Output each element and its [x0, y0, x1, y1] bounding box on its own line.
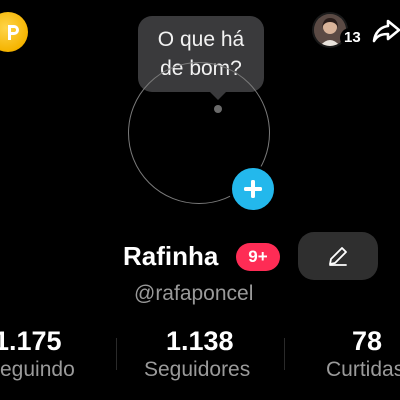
notification-badge[interactable]: 9+ — [236, 243, 280, 271]
share-icon[interactable] — [372, 18, 400, 49]
profile-name: Rafinha — [123, 241, 219, 271]
coin-icon — [8, 25, 19, 40]
following-count[interactable]: 1.175 — [0, 325, 62, 357]
followers-label[interactable]: Seguidores — [144, 357, 250, 383]
pencil-icon — [329, 247, 347, 266]
likes-label[interactable]: Curtidas — [326, 357, 400, 383]
plus-icon — [244, 180, 262, 198]
coin-button[interactable] — [0, 12, 28, 52]
edit-profile-button[interactable] — [298, 232, 378, 280]
following-label[interactable]: Seguindo — [0, 357, 75, 383]
followers-count[interactable]: 1.138 — [166, 325, 234, 357]
profile-screen: 13 O que há de bom? Rafinha 9+ @rafaponc… — [0, 0, 400, 400]
profile-username: @rafaponcel — [134, 282, 254, 305]
notification-count: 13 — [340, 28, 365, 48]
stats-divider — [116, 338, 117, 370]
likes-count[interactable]: 78 — [352, 325, 382, 357]
stats-divider — [284, 338, 285, 370]
avatar-dot — [214, 105, 222, 113]
add-photo-button[interactable] — [229, 165, 277, 213]
